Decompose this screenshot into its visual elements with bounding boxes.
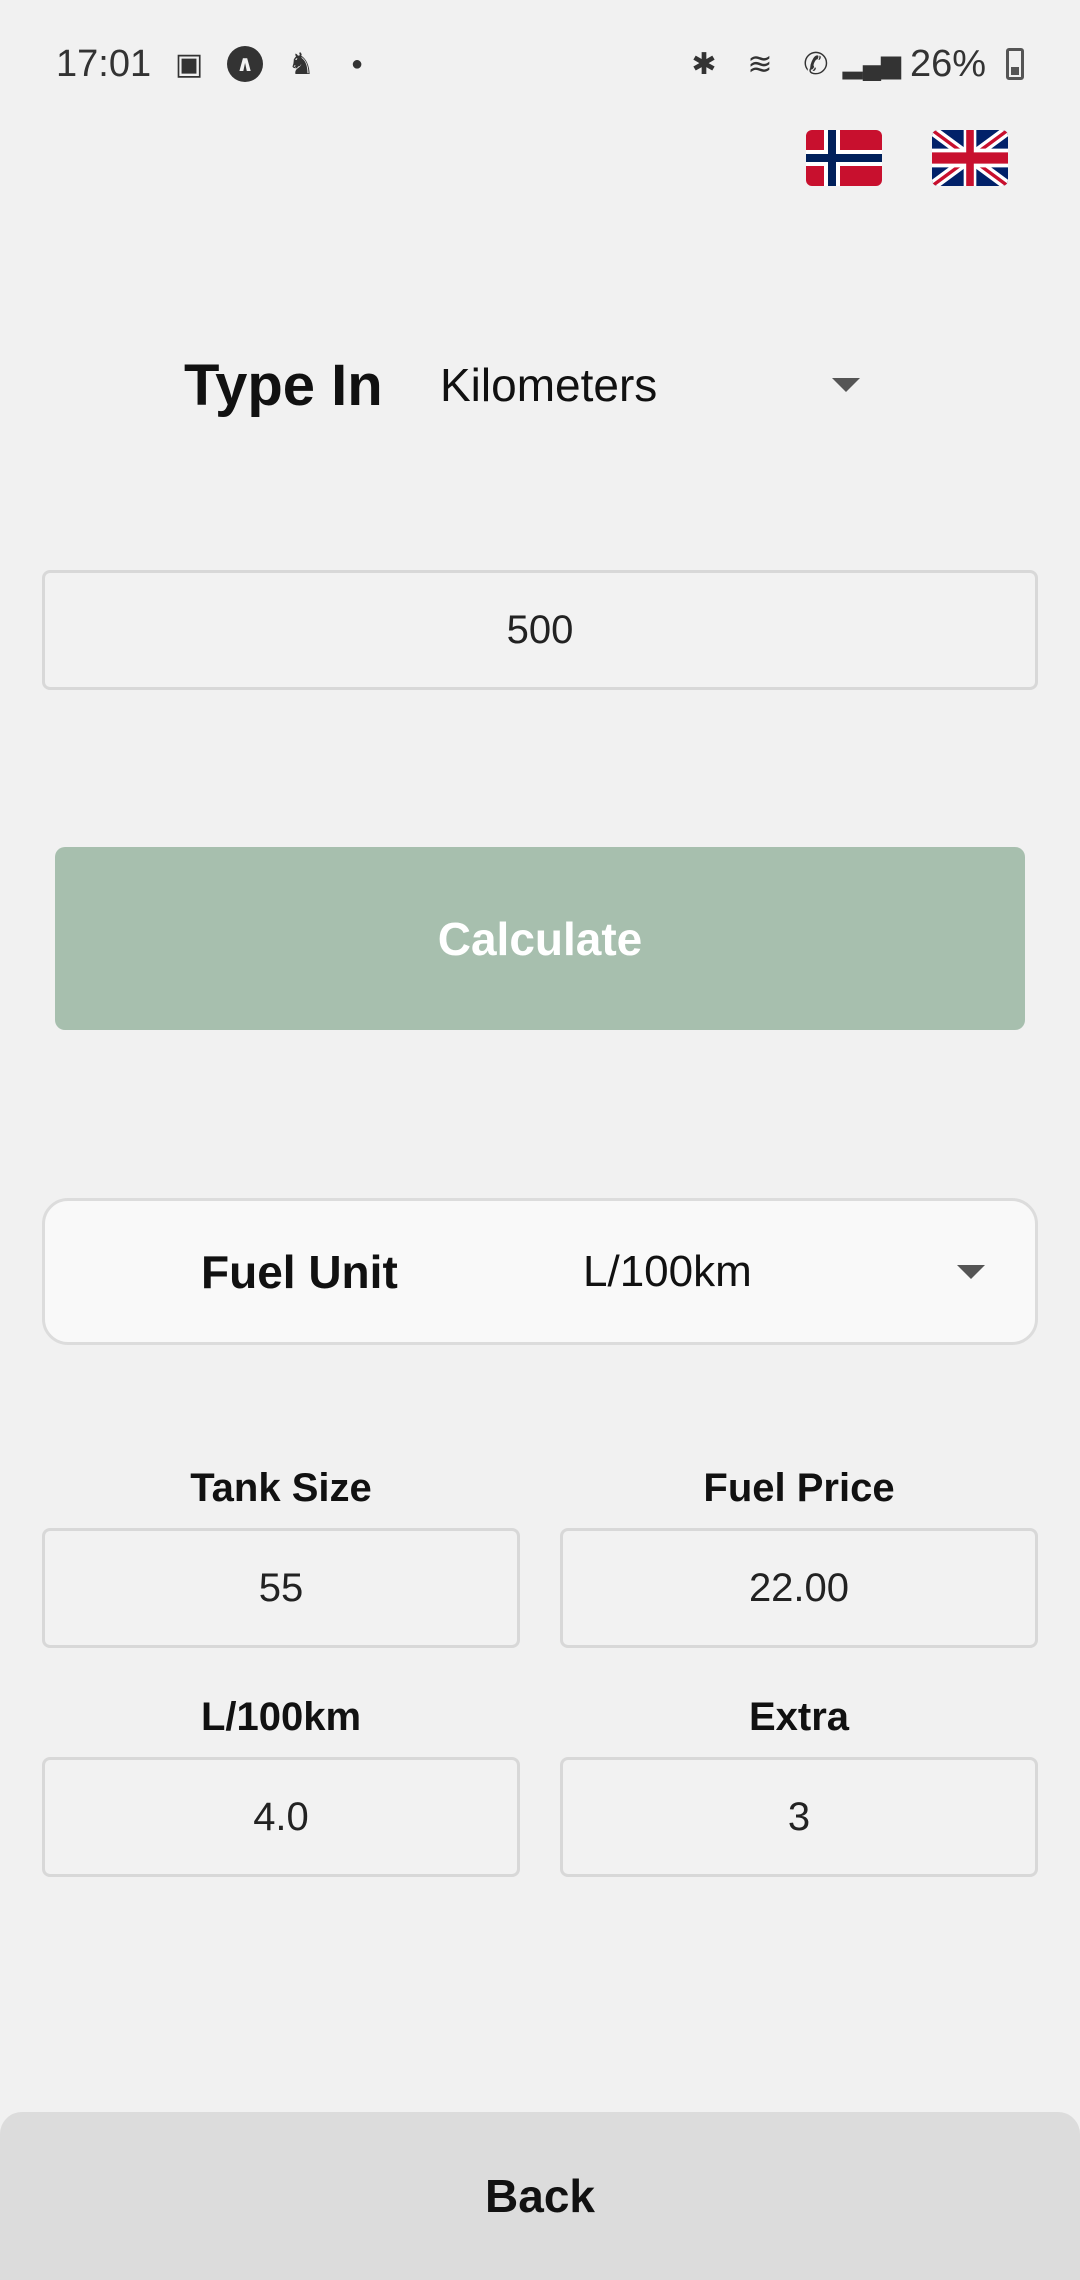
type-in-dropdown[interactable]: Kilometers [440,358,860,412]
fuel-calculator-screen: 17:01 ▣ ∧ ♞ ● ✱ ≋ ✆ ▂▄▆ 26% Type In Kilo… [0,0,1080,2280]
battery-percent: 26% [909,42,986,85]
fuel-price-label: Fuel Price [703,1466,895,1510]
type-in-selected-value: Kilometers [440,359,658,411]
fuel-unit-selected-value: L/100km [583,1246,752,1296]
status-bar: 17:01 ▣ ∧ ♞ ● ✱ ≋ ✆ ▂▄▆ 26% [0,0,1080,128]
extra-value: 3 [787,1794,811,1839]
chevron-down-icon [957,1264,985,1279]
tank-size-input[interactable]: 55 [42,1528,520,1648]
consumption-input[interactable]: 4.0 [42,1757,520,1877]
type-in-row: Type In Kilometers [184,340,864,430]
fuel-price-value: 22.00 [748,1565,850,1610]
back-button[interactable]: Back [0,2112,1080,2280]
distance-input[interactable]: 500 [42,570,1038,690]
fuel-unit-card: Fuel Unit L/100km [42,1198,1038,1345]
fuel-price-input[interactable]: 22.00 [560,1528,1038,1648]
fuel-unit-dropdown[interactable]: L/100km [583,1247,985,1297]
status-right: ✱ ≋ ✆ ▂▄▆ 26% [686,43,1024,86]
battery-icon [1006,48,1024,80]
norwegian-flag-icon[interactable] [806,130,882,186]
gallery-icon: ▣ [174,47,204,81]
uk-flag-icon[interactable] [932,130,1008,186]
calculate-button[interactable]: Calculate [55,847,1025,1030]
dot-icon: ● [351,52,364,75]
wifi-calling-icon: ✆ [803,47,829,81]
status-time: 17:01 [56,42,152,85]
language-switcher [806,130,1008,186]
chevron-down-icon [832,378,860,392]
notification-icon: ♞ [287,47,315,81]
tank-size-label: Tank Size [190,1466,372,1510]
extra-input[interactable]: 3 [560,1757,1038,1877]
type-in-label: Type In [184,352,383,418]
bluetooth-icon: ✱ [691,47,717,81]
distance-input-value: 500 [506,607,574,652]
app-icon: ∧ [227,46,264,82]
tank-size-value: 55 [258,1565,304,1610]
status-left: 17:01 ▣ ∧ ♞ ● [56,43,375,86]
consumption-label: L/100km [200,1695,362,1739]
fuel-unit-label: Fuel Unit [201,1245,398,1298]
extra-label: Extra [748,1695,850,1739]
consumption-value: 4.0 [253,1794,309,1839]
wifi-icon: ≋ [747,47,773,81]
signal-icon: ▂▄▆ [842,48,902,79]
